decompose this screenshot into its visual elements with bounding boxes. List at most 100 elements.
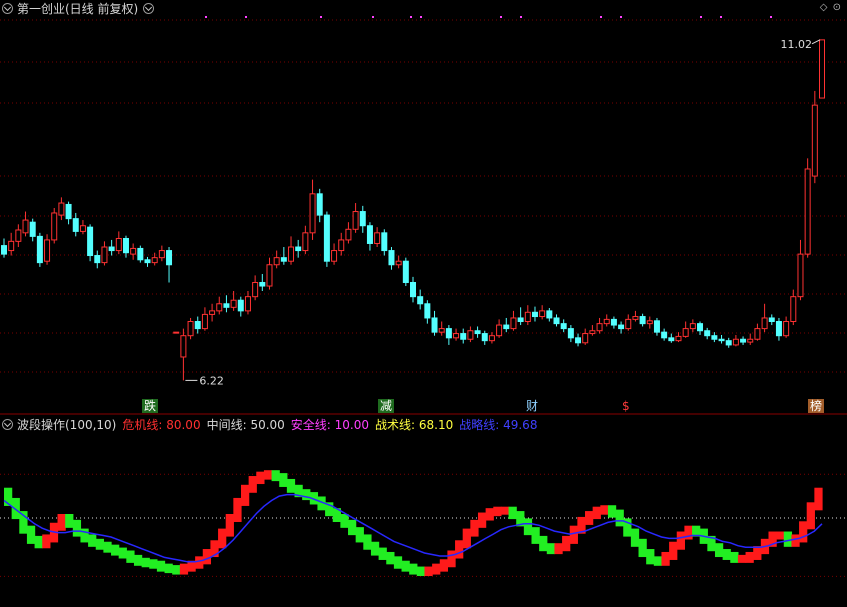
candle-body [539, 310, 546, 318]
candle-body [410, 281, 416, 298]
tactical-bar [95, 538, 104, 550]
candle-body [29, 221, 36, 237]
tactical-bar [554, 543, 563, 555]
tactical-bar [72, 519, 82, 537]
candle-body [352, 211, 359, 230]
event-marker-e5[interactable]: 榜 [808, 399, 825, 413]
tactical-bar [348, 519, 357, 536]
tactical-bar [600, 505, 609, 515]
candle-body [531, 311, 538, 318]
tactical-bar [814, 487, 823, 511]
tactical-bar [355, 527, 364, 543]
tactical-bar [424, 566, 433, 577]
top-marker [700, 16, 702, 18]
event-marker-e3[interactable]: 财 [524, 399, 540, 413]
tactical-bar [42, 534, 51, 549]
tactical-bar [799, 521, 808, 543]
tactical-bar [409, 563, 418, 575]
indicator-chart[interactable] [0, 433, 847, 607]
indicator-item-label: 中间线: [206, 418, 247, 432]
candle-body [431, 317, 438, 333]
candle-body [388, 250, 395, 266]
tactical-bar [26, 525, 36, 544]
candle-body [180, 335, 187, 358]
tactical-bar [156, 560, 166, 572]
indicator-item: 战术线: 68.10 [375, 418, 453, 432]
candle-body [302, 232, 309, 252]
tactical-bar [607, 505, 617, 518]
event-marker-e4[interactable]: $ [620, 399, 632, 413]
tactical-bar [783, 531, 793, 547]
tactical-bar [485, 508, 494, 521]
candle-body [230, 299, 237, 308]
candle-body [560, 323, 567, 330]
candle-body [797, 253, 804, 298]
indicator-item: 危机线: 80.00 [122, 418, 200, 432]
candle-body [517, 317, 524, 323]
tactical-bar [393, 556, 403, 569]
candle-body [266, 264, 273, 287]
tactical-bar [141, 557, 150, 568]
candle-body [79, 225, 86, 232]
indicator-item-value: 49.68 [499, 418, 538, 432]
candle-body [395, 260, 402, 266]
candle-body [718, 338, 725, 342]
top-marker [372, 16, 374, 18]
event-marker-e2[interactable]: 减 [378, 399, 395, 413]
indicator-name: 波段操作(100,10) [17, 418, 117, 432]
tactical-bar [753, 546, 762, 560]
top-marker [420, 16, 422, 18]
event-marker-e1[interactable]: 跌 [142, 399, 159, 413]
candle-body [811, 104, 818, 177]
candle-body [187, 321, 194, 337]
tactical-bar [791, 534, 800, 547]
indicator-panel[interactable] [0, 433, 847, 607]
candlestick-chart[interactable]: 11.02 6.22 [0, 0, 847, 416]
top-marker [320, 16, 322, 18]
candle-body [488, 335, 495, 342]
candle-body [122, 238, 129, 254]
indicator-header: 波段操作(100,10) 危机线: 80.00 中间线: 50.00 安全线: 10… [0, 416, 543, 433]
candle-body [201, 313, 208, 330]
candle-body [338, 239, 345, 252]
candle-body [1, 245, 7, 255]
candle-body [166, 250, 173, 266]
top-marker [410, 16, 412, 18]
candle-body [345, 228, 352, 241]
tactical-bar [585, 511, 594, 525]
tactical-bar [630, 528, 640, 547]
candle-body [819, 39, 825, 99]
candle-body [467, 330, 474, 340]
candle-body [288, 246, 295, 262]
candle-body [115, 238, 122, 252]
tactical-bar [745, 551, 754, 563]
tactical-bar [149, 559, 158, 569]
candle-body [237, 299, 244, 312]
tactical-bar [455, 540, 464, 559]
tactical-bar [225, 514, 234, 537]
candle-body [323, 214, 330, 262]
candle-body [252, 281, 259, 298]
tactical-bar [11, 497, 20, 520]
candle-body [280, 257, 287, 262]
candle-body [625, 318, 632, 330]
tactical-bar [676, 531, 685, 550]
candle-body [783, 321, 790, 337]
tactical-bar [248, 476, 257, 493]
candle-body [668, 337, 675, 342]
tactical-bar [179, 563, 189, 575]
tactical-bar [806, 502, 815, 530]
tactical-bar [302, 489, 311, 501]
candle-body [15, 229, 22, 242]
indicator-item-label: 危机线: [122, 418, 163, 432]
tactical-bar [539, 535, 548, 552]
candle-body [768, 317, 775, 323]
chevron-down-icon[interactable] [2, 419, 13, 430]
indicator-item-value: 50.00 [246, 418, 285, 432]
candle-body [603, 318, 610, 325]
candlestick-panel[interactable]: 11.02 6.22 [0, 0, 847, 416]
candle-body [790, 296, 797, 323]
tactical-bar [378, 547, 387, 560]
candle-body [72, 218, 79, 232]
candle-body [244, 296, 251, 312]
